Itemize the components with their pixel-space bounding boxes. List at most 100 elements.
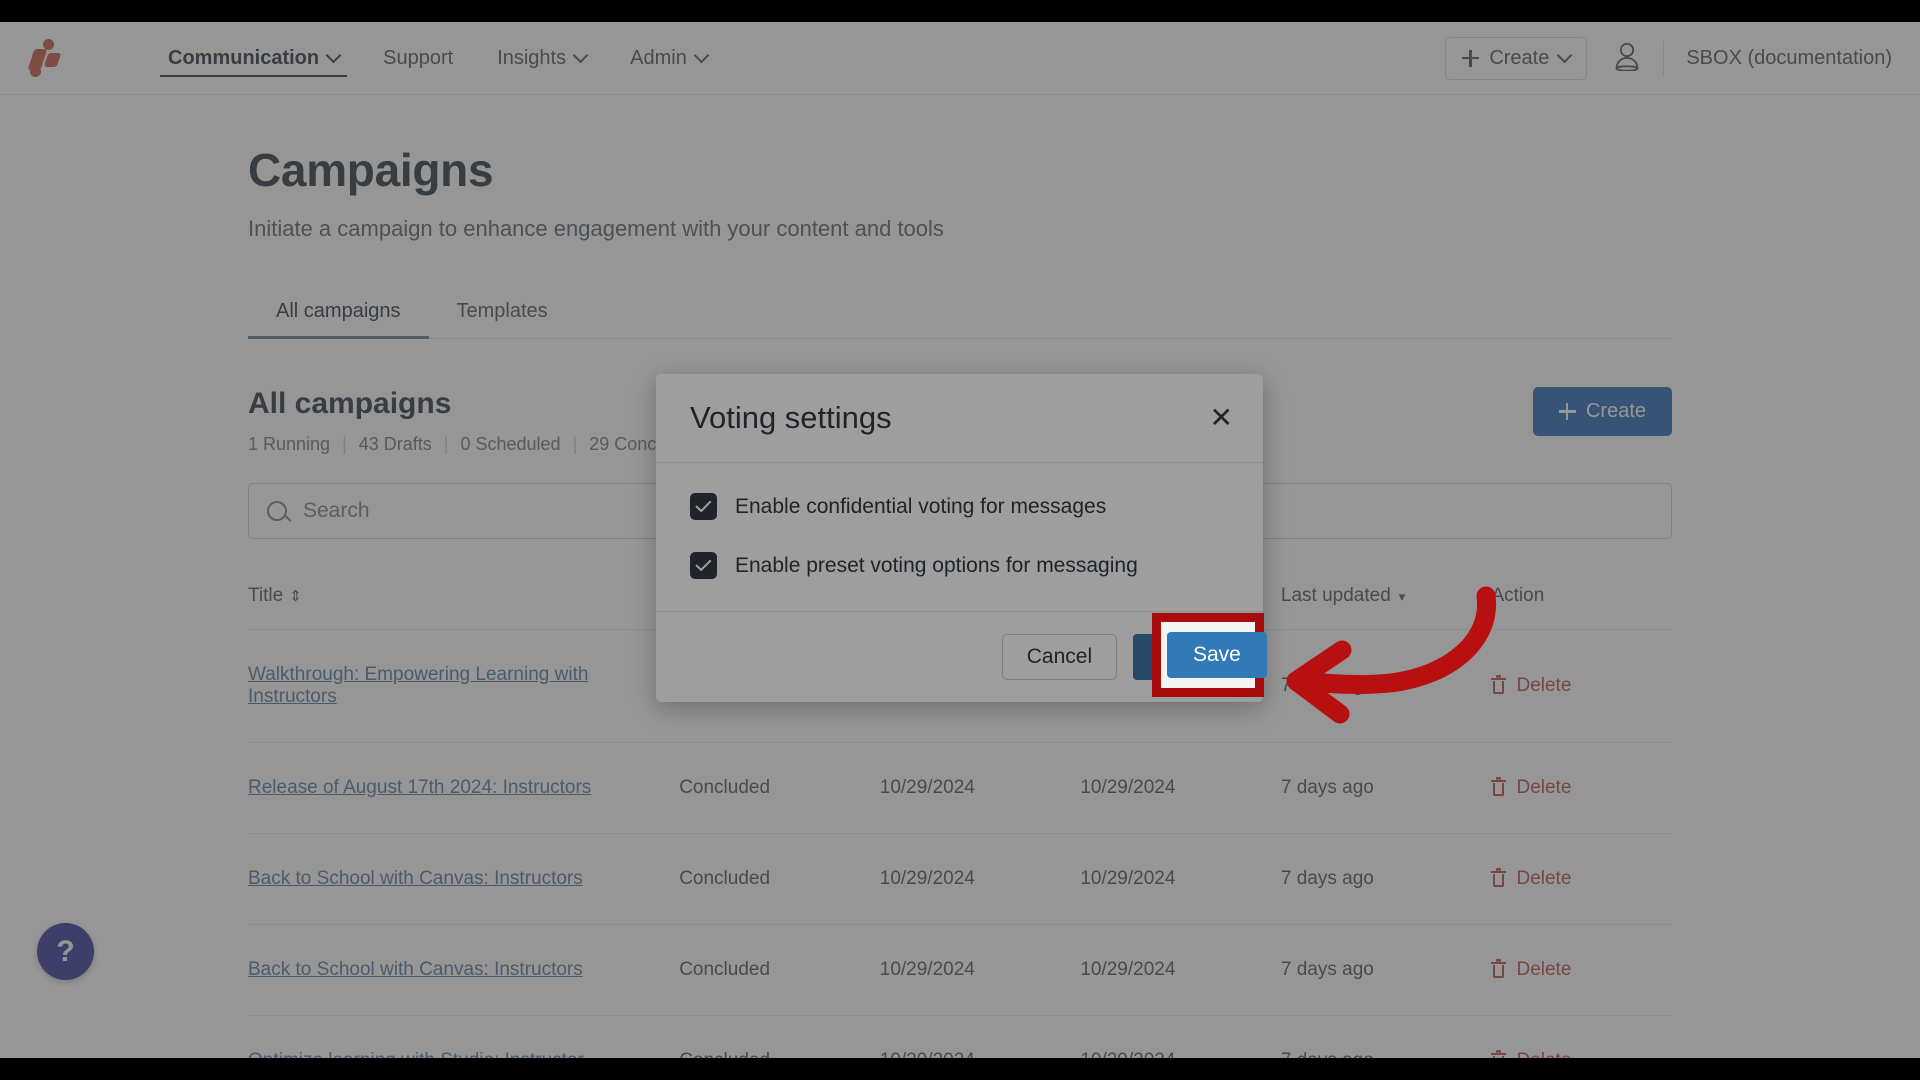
stat-drafts: 43 Drafts [358, 434, 432, 454]
checkbox-preset-voting[interactable] [690, 552, 717, 579]
cell-status: Concluded [679, 833, 880, 925]
tab-templates[interactable]: Templates [429, 290, 576, 339]
letterbox-bottom [0, 1058, 1920, 1080]
plus-icon [1558, 403, 1576, 420]
cell-action: Delete [1491, 742, 1672, 834]
trash-icon [1491, 958, 1507, 979]
create-campaign-button[interactable]: Create [1532, 387, 1672, 436]
campaign-title-link[interactable]: Walkthrough: Empowering Learning with In… [248, 664, 588, 707]
brand-logo-icon[interactable] [22, 35, 68, 81]
chevron-down-icon [575, 50, 586, 61]
delete-label: Delete [1516, 675, 1572, 696]
column-header-label: Last updated [1280, 585, 1391, 606]
nav-item-admin[interactable]: Admin [608, 22, 729, 94]
column-header-action: Action [1491, 575, 1672, 630]
section-stats: 1 Running | 43 Drafts | 0 Scheduled | 29… [248, 434, 700, 455]
column-header-last-updated[interactable]: Last updated ▾ [1280, 575, 1492, 630]
account-name[interactable]: SBOX (documentation) [1686, 47, 1892, 70]
voting-settings-modal: Voting settings ✕ Enable confidential vo… [656, 374, 1263, 702]
cell-status: Concluded [679, 742, 880, 834]
nav-divider [1663, 41, 1665, 75]
cell-title: Optimize learning with Studio: Instructo… [248, 1015, 680, 1058]
modal-title: Voting settings [690, 400, 892, 435]
cell-start-date: 10/29/2024 [879, 742, 1081, 834]
campaign-title-link[interactable]: Release of August 17th 2024: Instructors [248, 777, 591, 798]
modal-footer: Cancel Save [656, 611, 1263, 702]
cell-start-date: 10/29/2024 [879, 833, 1081, 925]
cell-last-updated: 7 days ago [1280, 629, 1492, 743]
trash-icon [1491, 867, 1507, 888]
help-button[interactable]: ? [37, 923, 94, 980]
sort-descending-icon: ▾ [1398, 589, 1406, 604]
campaign-title-link[interactable]: Back to School with Canvas: Instructors [248, 959, 583, 980]
chevron-down-icon [1559, 50, 1570, 61]
cell-end-date: 10/29/2024 [1080, 833, 1281, 925]
cell-start-date: 10/29/2024 [879, 924, 1081, 1016]
stat-separator: | [342, 434, 347, 454]
checkbox-label[interactable]: Enable confidential voting for messages [735, 495, 1106, 519]
stat-running: 1 Running [248, 434, 331, 454]
checkbox-confidential-voting[interactable] [690, 493, 717, 520]
nav-create-button[interactable]: Create [1445, 36, 1588, 80]
tab-bar: All campaigns Templates [248, 290, 1672, 339]
stat-separator: | [572, 434, 578, 454]
sort-updown-icon: ⇕ [289, 588, 302, 605]
page-title: Campaigns [248, 144, 494, 196]
stat-separator: | [443, 434, 449, 454]
cell-action: Delete [1491, 833, 1672, 925]
nav-item-label: Admin [630, 46, 687, 69]
checkbox-label[interactable]: Enable preset voting options for messagi… [735, 554, 1138, 578]
delete-button[interactable]: Delete [1491, 1049, 1672, 1058]
trash-icon [1491, 776, 1507, 797]
delete-button[interactable]: Delete [1491, 776, 1672, 799]
cell-action: Delete [1491, 924, 1672, 1016]
cell-start-date: 10/29/2024 [879, 1015, 1081, 1058]
trash-icon [1491, 674, 1507, 695]
delete-label: Delete [1516, 777, 1572, 798]
save-button[interactable]: Save [1133, 634, 1233, 680]
nav-item-support[interactable]: Support [361, 22, 475, 94]
page-subtitle: Initiate a campaign to enhance engagemen… [248, 216, 944, 241]
cell-title: Back to School with Canvas: Instructors [248, 833, 680, 925]
table-row: Release of August 17th 2024: Instructors… [248, 742, 1672, 834]
campaign-title-link[interactable]: Optimize learning with Studio: Instructo… [248, 1050, 584, 1058]
cancel-button[interactable]: Cancel [1001, 634, 1118, 680]
nav-item-label: Support [383, 46, 454, 69]
cell-title: Release of August 17th 2024: Instructors [248, 742, 680, 834]
stat-scheduled: 0 Scheduled [460, 434, 561, 454]
modal-header: Voting settings ✕ [656, 374, 1263, 463]
chevron-down-icon [328, 50, 339, 61]
table-row: Back to School with Canvas: Instructors C… [248, 924, 1672, 1016]
cell-end-date: 10/29/2024 [1080, 924, 1281, 1016]
cell-last-updated: 7 days ago [1280, 833, 1492, 925]
chevron-down-icon [696, 50, 707, 61]
campaign-title-link[interactable]: Back to School with Canvas: Instructors [248, 868, 583, 889]
column-header-label: Action [1491, 585, 1545, 606]
cell-action: Delete [1491, 1015, 1672, 1058]
user-account-icon[interactable] [1613, 41, 1641, 76]
create-button-label: Create [1585, 400, 1646, 422]
cell-last-updated: 7 days ago [1280, 1015, 1492, 1058]
search-icon [267, 501, 287, 521]
table-row: Optimize learning with Studio: Instructo… [248, 1015, 1672, 1058]
tab-all-campaigns[interactable]: All campaigns [248, 290, 429, 339]
delete-label: Delete [1516, 959, 1572, 980]
nav-right-group: Create SBOX (documentation) [1445, 36, 1920, 80]
plus-icon [1462, 49, 1480, 67]
check-icon [695, 559, 712, 571]
checkbox-row-preset-voting[interactable]: Enable preset voting options for messagi… [690, 552, 1229, 579]
nav-create-label: Create [1489, 46, 1550, 69]
cell-end-date: 10/29/2024 [1080, 742, 1281, 834]
nav-item-insights[interactable]: Insights [475, 22, 608, 94]
column-header-title[interactable]: Title ⇕ [248, 575, 680, 630]
letterbox-top [0, 0, 1920, 22]
delete-button[interactable]: Delete [1491, 867, 1672, 890]
close-icon[interactable]: ✕ [1210, 404, 1233, 432]
checkbox-row-confidential-voting[interactable]: Enable confidential voting for messages [690, 493, 1229, 520]
nav-item-communication[interactable]: Communication [146, 22, 361, 94]
delete-button[interactable]: Delete [1491, 958, 1672, 981]
nav-item-label: Communication [168, 46, 320, 69]
main-nav-items: Communication Support Insights Admin [146, 22, 729, 94]
cell-status: Concluded [679, 1015, 880, 1058]
delete-button[interactable]: Delete [1491, 674, 1672, 697]
